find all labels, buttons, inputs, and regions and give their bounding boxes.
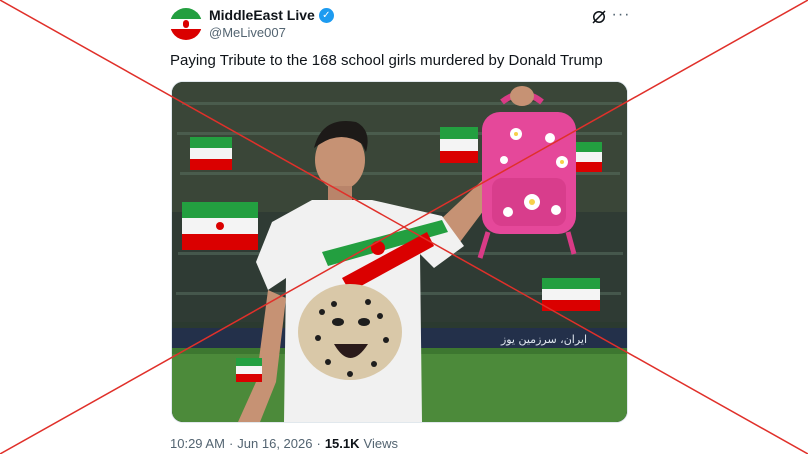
meta-separator: · xyxy=(228,436,234,451)
tweet-card: MiddleEast Live ✓ @MeLive007 ··· Paying … xyxy=(156,0,640,454)
flag-left-bottom xyxy=(182,202,258,250)
account-handle[interactable]: @MeLive007 xyxy=(209,25,286,40)
tweet-date[interactable]: Jun 16, 2026 xyxy=(237,436,312,451)
more-options-icon[interactable]: ··· xyxy=(611,5,631,25)
tweet-meta: 10:29 AM · Jun 16, 2026 · 15.1K Views xyxy=(170,436,398,451)
flag-left-top xyxy=(190,137,232,170)
meta-separator: · xyxy=(316,436,321,451)
tweet-media-image[interactable]: ایران، سرزمین یوز xyxy=(171,81,628,423)
views-count: 15.1K xyxy=(324,436,360,451)
flag-right-far xyxy=(572,142,602,172)
name-row: MiddleEast Live ✓ xyxy=(209,7,334,23)
display-name[interactable]: MiddleEast Live xyxy=(209,7,315,23)
stadium-banner-text: ایران، سرزمین یوز xyxy=(500,333,587,346)
media-illustration: ایران، سرزمین یوز xyxy=(172,82,627,422)
flag-right-bottom xyxy=(542,278,600,311)
flag-right-top xyxy=(440,127,478,163)
tweet-text: Paying Tribute to the 168 school girls m… xyxy=(170,52,603,69)
verified-badge-icon: ✓ xyxy=(318,7,334,23)
views-label: Views xyxy=(363,436,398,451)
tweet-time[interactable]: 10:29 AM xyxy=(170,436,225,451)
grok-icon[interactable] xyxy=(590,8,608,26)
avatar[interactable] xyxy=(170,8,202,40)
